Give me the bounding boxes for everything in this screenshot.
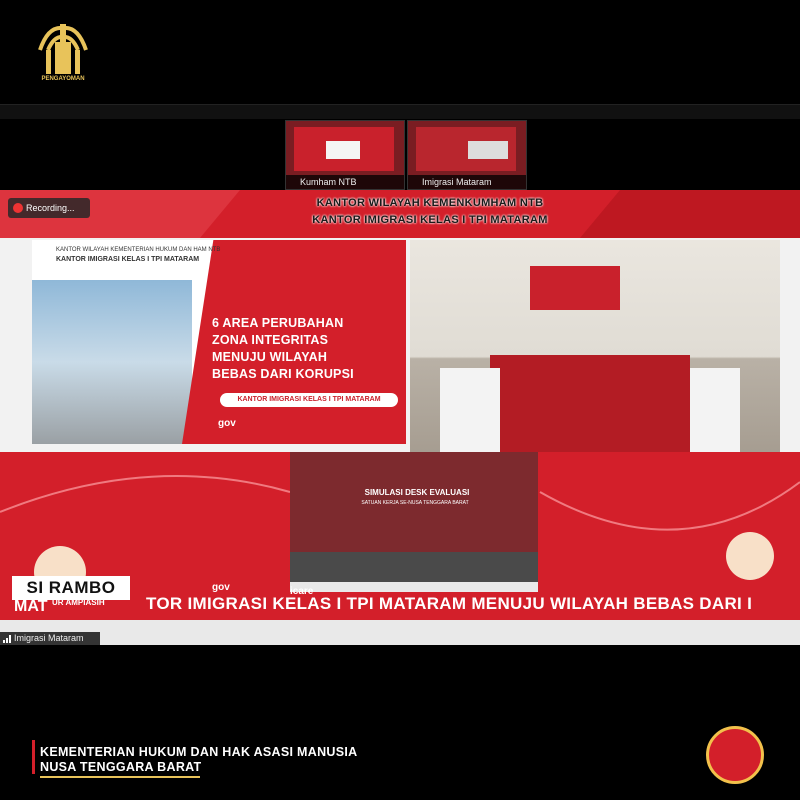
thumbnail-slide: [326, 141, 360, 159]
record-icon: [13, 203, 23, 213]
slide-header-line2: KANTOR IMIGRASI KELAS I TPI MATARAM: [56, 256, 200, 263]
recording-label: Recording...: [26, 203, 75, 213]
thumbnail-slide: [468, 141, 508, 159]
gallery-strip: [0, 104, 800, 119]
slide-line-4: BEBAS DARI KORUPSI: [212, 367, 354, 381]
meeting-room-video: [410, 240, 780, 452]
egov-logo-text: gov: [218, 418, 236, 429]
ticker-text: TOR IMIGRASI KELAS I TPI MATARAM MENUJU …: [146, 594, 753, 613]
red-table: [490, 355, 690, 452]
kemenkumham-badge-icon: [706, 726, 764, 784]
participant-thumbnail-kumham-ntb[interactable]: Kumham NTB: [285, 120, 405, 190]
participant-thumbnail-imigrasi-mataram[interactable]: Imigrasi Mataram: [407, 120, 527, 190]
active-speaker-label: Imigrasi Mataram: [0, 632, 100, 645]
speaker-name: Imigrasi Mataram: [14, 633, 84, 643]
center-video-title: SIMULASI DESK EVALUASI: [364, 488, 470, 497]
participant-name: Kumham NTB: [300, 177, 357, 187]
header-title-line1: KANTOR WILAYAH KEMENKUMHAM NTB: [316, 197, 544, 209]
video-table: [290, 552, 538, 582]
center-video-subtitle: SATUAN KERJA SE-NUSA TENGGARA BARAT: [361, 500, 469, 506]
header-title-line2: KANTOR IMIGRASI KELAS I TPI MATARAM: [312, 214, 548, 226]
ticker-egov-logo: gov: [212, 582, 230, 593]
room-screen: [530, 266, 620, 310]
slide-office-pill: KANTOR IMIGRASI KELAS I TPI MATARAM: [220, 393, 398, 407]
logo-caption: PENGAYOMAN: [41, 76, 85, 82]
white-table-left: [440, 368, 500, 452]
main-video-stage[interactable]: Recording... KANTOR WILAYAH KEMENKUMHAM …: [0, 190, 800, 645]
name-badge: SI RAMBO: [12, 576, 130, 600]
slide-header-line1: KANTOR WILAYAH KEMENTERIAN HUKUM DAN HAM…: [56, 247, 221, 253]
participant-name: Imigrasi Mataram: [422, 177, 492, 187]
desk-evaluation-video: SIMULASI DESK EVALUASI SATUAN KERJA SE-N…: [290, 452, 538, 582]
footer-accent-bar: [32, 740, 35, 774]
footer-underline: [40, 776, 200, 778]
mat-label: MAT: [14, 598, 48, 615]
slide-line-2: ZONA INTEGRITAS: [212, 333, 329, 347]
mat-sublabel: UR AMPIASIH: [52, 598, 105, 607]
presentation-slide: KANTOR WILAYAH KEMENTERIAN HUKUM DAN HAM…: [32, 240, 406, 444]
icare-logo: icare: [290, 586, 314, 597]
signal-bars-icon: [3, 635, 11, 643]
slide-line-1: 6 AREA PERUBAHAN: [212, 316, 344, 330]
footer-region-name: NUSA TENGGARA BARAT: [40, 760, 202, 774]
recording-indicator: Recording...: [8, 198, 90, 218]
white-table-right: [690, 368, 740, 452]
office-building-photo: [32, 280, 192, 444]
slide-line-3: MENUJU WILAYAH: [212, 350, 328, 364]
footer-ministry-name: KEMENTERIAN HUKUM DAN HAK ASASI MANUSIA: [40, 745, 358, 759]
